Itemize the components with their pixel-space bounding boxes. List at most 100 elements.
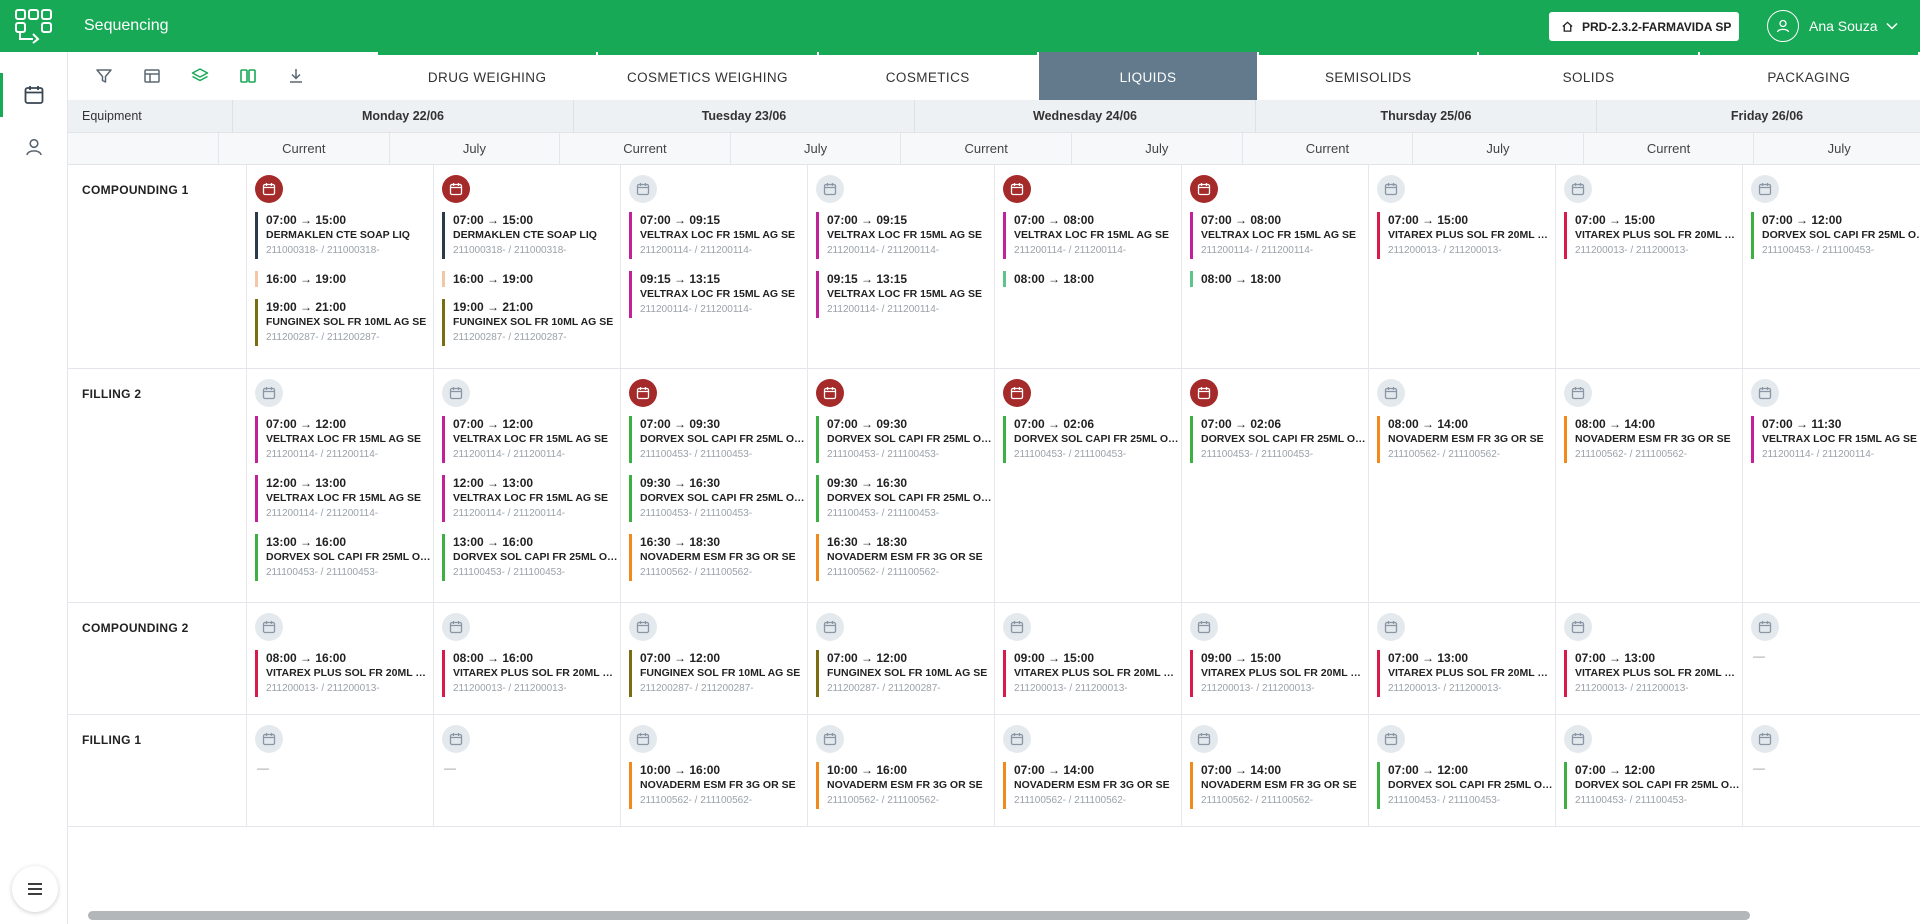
calendar-icon[interactable] [442,175,470,203]
calendar-icon[interactable] [1190,379,1218,407]
calendar-icon[interactable] [442,613,470,641]
menu-button[interactable] [12,866,58,912]
calendar-icon[interactable] [1564,379,1592,407]
schedule-entry[interactable]: 07:00 → 15:00 VITAREX PLUS SOL FR 20ML OR… [1564,212,1742,259]
calendar-icon[interactable] [629,725,657,753]
schedule-entry[interactable]: 09:15 → 13:15 VELTRAX LOC FR 15ML AG SE 21… [629,271,807,318]
calendar-icon[interactable] [1564,725,1592,753]
calendar-icon[interactable] [1377,379,1405,407]
calendar-icon[interactable] [1003,613,1031,641]
schedule-entry[interactable]: 07:00 → 15:00 DERMAKLEN CTE SOAP LIQ 21100… [255,212,433,259]
tab-liquids[interactable]: LIQUIDS [1038,52,1258,100]
sidebar-item-calendar[interactable] [0,73,68,117]
schedule-entry[interactable]: 07:00 → 11:30 VELTRAX LOC FR 15ML AG SE 21… [1751,416,1920,463]
calendar-icon[interactable] [1751,175,1779,203]
calendar-icon[interactable] [1003,379,1031,407]
schedule-entry[interactable]: 07:00 → 12:00 VELTRAX LOC FR 15ML AG SE 21… [255,416,433,463]
tab-solids[interactable]: SOLIDS [1479,52,1698,100]
calendar-icon[interactable] [816,725,844,753]
horizontal-scrollbar[interactable] [88,911,1750,920]
calendar-icon[interactable] [1377,613,1405,641]
schedule-entry[interactable]: 09:30 → 16:30 DORVEX SOL CAPI FR 25ML OR … [629,475,807,522]
schedule-entry[interactable]: 08:00 → 18:00 [1190,271,1368,287]
schedule-entry[interactable]: 16:30 → 18:30 NOVADERM ESM FR 3G OR SE 211… [629,534,807,581]
tab-cosmetics-weighing[interactable]: COSMETICS WEIGHING [598,52,817,100]
calendar-icon[interactable] [255,613,283,641]
calendar-icon[interactable] [255,175,283,203]
schedule-entry[interactable]: 07:00 → 12:00 DORVEX SOL CAPI FR 25ML OR … [1564,762,1742,809]
schedule-entry[interactable]: 07:00 → 09:15 VELTRAX LOC FR 15ML AG SE 21… [816,212,994,259]
schedule-entry[interactable]: 08:00 → 14:00 NOVADERM ESM FR 3G OR SE 211… [1564,416,1742,463]
calendar-icon[interactable] [629,379,657,407]
schedule-entry[interactable]: 07:00 → 02:06 DORVEX SOL CAPI FR 25ML OR … [1190,416,1368,463]
calendar-icon[interactable] [1190,725,1218,753]
tab-semisolids[interactable]: SEMISOLIDS [1259,52,1478,100]
schedule-entry[interactable]: 16:30 → 18:30 NOVADERM ESM FR 3G OR SE 211… [816,534,994,581]
calendar-icon[interactable] [816,379,844,407]
schedule-entry[interactable]: 09:00 → 15:00 VITAREX PLUS SOL FR 20ML OR… [1003,650,1181,697]
schedule-entry[interactable]: 07:00 → 13:00 VITAREX PLUS SOL FR 20ML OR… [1564,650,1742,697]
calendar-icon[interactable] [629,175,657,203]
schedule-entry[interactable]: 08:00 → 16:00 VITAREX PLUS SOL FR 20ML OR… [442,650,620,697]
calendar-icon[interactable] [1564,175,1592,203]
calendar-icon[interactable] [1751,725,1779,753]
schedule-entry[interactable]: 13:00 → 16:00 DORVEX SOL CAPI FR 25ML OR … [255,534,433,581]
calendar-icon[interactable] [629,613,657,641]
schedule-entry[interactable]: 07:00 → 12:00 DORVEX SOL CAPI FR 25ML OR … [1751,212,1920,259]
download-button[interactable] [284,64,308,88]
schedule-entry[interactable]: 07:00 → 09:15 VELTRAX LOC FR 15ML AG SE 21… [629,212,807,259]
schedule-entry[interactable]: 09:15 → 13:15 VELTRAX LOC FR 15ML AG SE 21… [816,271,994,318]
calendar-icon[interactable] [255,725,283,753]
calendar-icon[interactable] [1190,175,1218,203]
calendar-icon[interactable] [1003,725,1031,753]
tab-drug-weighing[interactable]: DRUG WEIGHING [378,52,597,100]
site-selector-button[interactable]: PRD-2.3.2-FARMAVIDA SP [1549,12,1739,41]
schedule-entry[interactable]: 16:00 → 19:00 [442,271,620,287]
schedule-entry[interactable]: 07:00 → 12:00 VELTRAX LOC FR 15ML AG SE 21… [442,416,620,463]
tab-packaging[interactable]: PACKAGING [1699,52,1918,100]
schedule-entry[interactable]: 19:00 → 21:00 FUNGINEX SOL FR 10ML AG SE 2… [255,299,433,346]
calendar-icon[interactable] [1377,725,1405,753]
sidebar-item-user[interactable] [0,125,68,169]
calendar-icon[interactable] [1377,175,1405,203]
calendar-icon[interactable] [816,175,844,203]
schedule-entry[interactable]: 07:00 → 09:30 DORVEX SOL CAPI FR 25ML OR … [816,416,994,463]
schedule-entry[interactable]: 07:00 → 12:00 FUNGINEX SOL FR 10ML AG SE 2… [816,650,994,697]
calendar-icon[interactable] [255,379,283,407]
schedule-entry[interactable]: 09:30 → 16:30 DORVEX SOL CAPI FR 25ML OR … [816,475,994,522]
schedule-entry[interactable]: 16:00 → 19:00 [255,271,433,287]
schedule-entry[interactable]: 12:00 → 13:00 VELTRAX LOC FR 15ML AG SE 21… [442,475,620,522]
schedule-entry[interactable]: 13:00 → 16:00 DORVEX SOL CAPI FR 25ML OR … [442,534,620,581]
schedule-entry[interactable]: 10:00 → 16:00 NOVADERM ESM FR 3G OR SE 211… [629,762,807,809]
calendar-icon[interactable] [1751,379,1779,407]
schedule-entry[interactable]: 07:00 → 12:00 FUNGINEX SOL FR 10ML AG SE 2… [629,650,807,697]
user-menu[interactable]: Ana Souza [1767,10,1898,42]
schedule-entry[interactable]: 08:00 → 16:00 VITAREX PLUS SOL FR 20ML OR… [255,650,433,697]
schedule-entry[interactable]: 07:00 → 09:30 DORVEX SOL CAPI FR 25ML OR … [629,416,807,463]
schedule-entry[interactable]: 07:00 → 15:00 DERMAKLEN CTE SOAP LIQ 21100… [442,212,620,259]
columns-view-button[interactable] [236,64,260,88]
schedule-entry[interactable]: 07:00 → 12:00 DORVEX SOL CAPI FR 25ML OR … [1377,762,1555,809]
schedule-entry[interactable]: 12:00 → 13:00 VELTRAX LOC FR 15ML AG SE 21… [255,475,433,522]
schedule-entry[interactable]: 07:00 → 14:00 NOVADERM ESM FR 3G OR SE 211… [1003,762,1181,809]
calendar-icon[interactable] [1564,613,1592,641]
schedule-entry[interactable]: 07:00 → 13:00 VITAREX PLUS SOL FR 20ML OR… [1377,650,1555,697]
schedule-entry[interactable]: 08:00 → 18:00 [1003,271,1181,287]
calendar-icon[interactable] [1751,613,1779,641]
schedule-entry[interactable]: 08:00 → 14:00 NOVADERM ESM FR 3G OR SE 211… [1377,416,1555,463]
calendar-icon[interactable] [442,379,470,407]
table-layout-button[interactable] [140,64,164,88]
calendar-icon[interactable] [1190,613,1218,641]
schedule-entry[interactable]: 19:00 → 21:00 FUNGINEX SOL FR 10ML AG SE 2… [442,299,620,346]
tab-cosmetics[interactable]: COSMETICS [818,52,1037,100]
filter-button[interactable] [92,64,116,88]
calendar-icon[interactable] [816,613,844,641]
calendar-icon[interactable] [442,725,470,753]
layers-button[interactable] [188,64,212,88]
schedule-entry[interactable]: 07:00 → 08:00 VELTRAX LOC FR 15ML AG SE 21… [1003,212,1181,259]
schedule-entry[interactable]: 07:00 → 15:00 VITAREX PLUS SOL FR 20ML OR… [1377,212,1555,259]
calendar-icon[interactable] [1003,175,1031,203]
schedule-entry[interactable]: 10:00 → 16:00 NOVADERM ESM FR 3G OR SE 211… [816,762,994,809]
schedule-entry[interactable]: 07:00 → 14:00 NOVADERM ESM FR 3G OR SE 211… [1190,762,1368,809]
schedule-entry[interactable]: 07:00 → 08:00 VELTRAX LOC FR 15ML AG SE 21… [1190,212,1368,259]
